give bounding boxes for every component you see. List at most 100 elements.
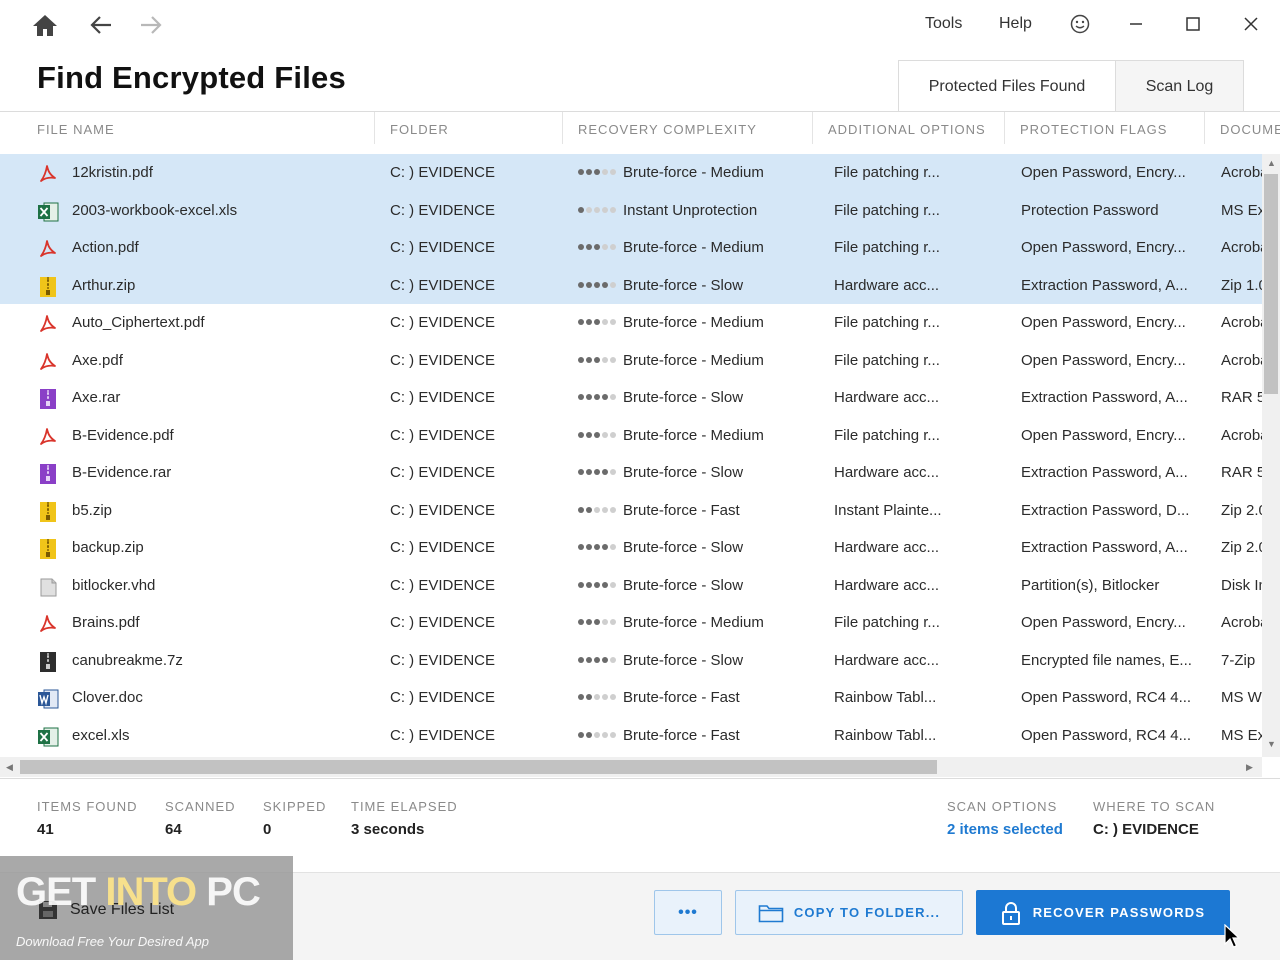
complexity-text: Brute-force - Fast: [623, 689, 740, 706]
complexity-dot: [602, 544, 608, 551]
copy-to-folder-button[interactable]: COPY TO FOLDER...: [735, 890, 963, 935]
file-name-cell: Auto_Ciphertext.pdf: [72, 314, 205, 331]
column-separator[interactable]: [1004, 112, 1005, 144]
additional-options-cell: Hardware acc...: [834, 389, 940, 406]
recovery-complexity-cell: Brute-force - Slow: [578, 267, 808, 305]
file-name-cell: Arthur.zip: [72, 276, 136, 294]
file-name-cell: canubreakme.7z: [72, 651, 183, 669]
scanned-label: SCANNED: [165, 799, 236, 814]
column-separator[interactable]: [562, 112, 563, 144]
table-row[interactable]: Axe.rar C: ) EVIDENCE Brute-force - Slow Ha…: [0, 379, 1262, 417]
protection-flags-cell: Open Password, Encry...: [1021, 614, 1186, 631]
scroll-up-icon[interactable]: ▲: [1267, 158, 1276, 168]
recovery-complexity-cell: Brute-force - Fast: [578, 717, 808, 755]
complexity-dot: [610, 731, 616, 738]
table-row[interactable]: 12kristin.pdf C: ) EVIDENCE Brute-force - …: [0, 154, 1262, 192]
close-button[interactable]: [1234, 8, 1268, 40]
protection-flags-cell: Partition(s), Bitlocker: [1021, 576, 1160, 594]
lock-icon: [1001, 901, 1020, 925]
back-button[interactable]: [86, 10, 116, 40]
table-row[interactable]: Axe.pdf C: ) EVIDENCE Brute-force - Medium…: [0, 342, 1262, 380]
table-row[interactable]: b5.zip C: ) EVIDENCE Brute-force - Fast Ins…: [0, 492, 1262, 530]
complexity-dot: [586, 319, 592, 326]
vertical-scrollbar[interactable]: ▲ ▼: [1262, 154, 1280, 757]
home-button[interactable]: [30, 10, 60, 40]
vertical-scroll-thumb[interactable]: [1264, 174, 1278, 394]
table-row[interactable]: B-Evidence.pdf C: ) EVIDENCE Brute-force -…: [0, 417, 1262, 455]
column-separator[interactable]: [374, 112, 375, 144]
complexity-dot: [602, 731, 608, 738]
table-row[interactable]: excel.xls C: ) EVIDENCE Brute-force - Fast…: [0, 717, 1262, 755]
menu-help[interactable]: Help: [999, 15, 1032, 33]
menu-tools[interactable]: Tools: [925, 15, 962, 33]
additional-options-cell: Instant Plainte...: [834, 501, 942, 519]
table-row[interactable]: bitlocker.vhd C: ) EVIDENCE Brute-force - …: [0, 567, 1262, 605]
protection-flags-cell: Open Password, Encry...: [1021, 426, 1186, 444]
complexity-dot: [594, 731, 600, 738]
scroll-left-icon[interactable]: ◀: [6, 762, 13, 773]
column-header-file-name[interactable]: FILE NAME: [37, 112, 115, 154]
protection-flags-cell: Extraction Password, A...: [1021, 389, 1188, 406]
table-row[interactable]: Brains.pdf C: ) EVIDENCE Brute-force - Med…: [0, 604, 1262, 642]
table-row[interactable]: Auto_Ciphertext.pdf C: ) EVIDENCE Brute-fo…: [0, 304, 1262, 342]
protection-flags-cell: Extraction Password, A...: [1021, 539, 1188, 556]
additional-options-cell: File patching r...: [834, 614, 940, 631]
table-row[interactable]: B-Evidence.rar C: ) EVIDENCE Brute-force -…: [0, 454, 1262, 492]
recovery-complexity-cell: Brute-force - Medium: [578, 229, 808, 267]
scan-options-label: SCAN OPTIONS: [947, 799, 1058, 814]
document-type-cell: Disk Image: [1221, 576, 1262, 594]
table-row[interactable]: Clover.doc C: ) EVIDENCE Brute-force - Fas…: [0, 679, 1262, 717]
feedback-button[interactable]: [1063, 8, 1097, 40]
minimize-icon: [1130, 23, 1142, 25]
recover-passwords-label: RECOVER PASSWORDS: [1032, 905, 1206, 920]
complexity-dot: [602, 206, 608, 213]
complexity-dot: [578, 356, 584, 363]
column-header-protection-flags[interactable]: PROTECTION FLAGS: [1020, 112, 1167, 154]
complexity-dot: [578, 619, 584, 626]
column-header-document[interactable]: DOCUMENT: [1220, 112, 1280, 154]
tab-protected-files-found[interactable]: Protected Files Found: [898, 60, 1116, 113]
complexity-meter: [578, 581, 616, 588]
horizontal-scroll-thumb[interactable]: [20, 760, 937, 774]
complexity-dot: [578, 581, 584, 588]
column-header-recovery-complexity[interactable]: RECOVERY COMPLEXITY: [578, 112, 757, 154]
scroll-right-icon[interactable]: ▶: [1246, 762, 1253, 773]
scroll-down-icon[interactable]: ▼: [1267, 739, 1276, 749]
table-row[interactable]: Arthur.zip C: ) EVIDENCE Brute-force - Slo…: [0, 266, 1262, 305]
table-row[interactable]: Action.pdf C: ) EVIDENCE Brute-force - Med…: [0, 229, 1262, 267]
column-header-folder[interactable]: FOLDER: [390, 112, 449, 154]
recover-passwords-button[interactable]: RECOVER PASSWORDS: [976, 890, 1230, 935]
complexity-dot: [586, 244, 592, 251]
table-row[interactable]: canubreakme.7z C: ) EVIDENCE Brute-force -…: [0, 642, 1262, 680]
more-options-button[interactable]: •••: [654, 890, 722, 935]
complexity-meter: [578, 356, 616, 363]
complexity-dot: [594, 356, 600, 363]
complexity-dot: [578, 694, 584, 701]
additional-options-cell: Hardware acc...: [834, 651, 940, 669]
column-header-additional-options[interactable]: ADDITIONAL OPTIONS: [828, 112, 986, 154]
tab-scan-log[interactable]: Scan Log: [1116, 60, 1244, 112]
complexity-dot: [586, 356, 592, 363]
additional-options-cell: Rainbow Tabl...: [834, 689, 937, 706]
table-row[interactable]: backup.zip C: ) EVIDENCE Brute-force - Slo…: [0, 529, 1262, 567]
complexity-dot: [578, 506, 584, 513]
horizontal-scrollbar[interactable]: ◀ ▶: [0, 757, 1262, 777]
protection-flags-cell: Open Password, Encry...: [1021, 314, 1186, 331]
scan-options-link[interactable]: 2 items selected: [947, 821, 1063, 838]
table-row[interactable]: 2003-workbook-excel.xls C: ) EVIDENCE Inst…: [0, 191, 1262, 229]
complexity-text: Brute-force - Medium: [623, 239, 764, 256]
complexity-text: Brute-force - Medium: [623, 351, 764, 369]
recovery-complexity-cell: Brute-force - Medium: [578, 342, 808, 380]
watermark-subtitle: Download Free Your Desired App: [16, 934, 209, 949]
column-separator[interactable]: [1204, 112, 1205, 144]
minimize-button[interactable]: [1119, 8, 1153, 40]
where-to-scan-value[interactable]: C: ) EVIDENCE: [1093, 821, 1199, 838]
additional-options-cell: File patching r...: [834, 351, 940, 369]
document-type-cell: 7-Zip: [1221, 651, 1256, 669]
document-type-cell: MS Word: [1221, 689, 1262, 706]
maximize-button[interactable]: [1176, 8, 1210, 40]
complexity-dot: [578, 431, 584, 438]
complexity-dot: [610, 619, 616, 626]
column-separator[interactable]: [812, 112, 813, 144]
forward-button[interactable]: [136, 10, 166, 40]
